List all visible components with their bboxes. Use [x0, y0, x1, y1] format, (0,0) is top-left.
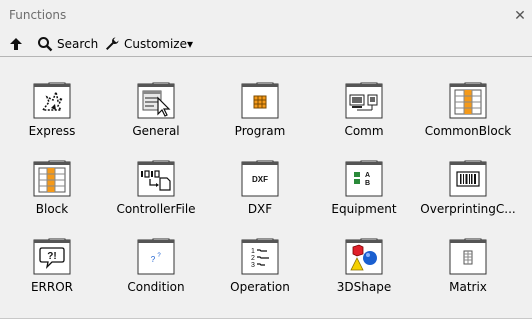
customize-button[interactable]: Customize▾ — [104, 34, 193, 54]
palette-item-general[interactable]: General — [104, 80, 208, 158]
customize-label: Customize▾ — [124, 37, 194, 51]
condition-glyph: ? — [151, 255, 156, 264]
palette-item-overprinting[interactable]: OverprintingC... — [416, 158, 520, 236]
palette-grid: Express General Program Comm CommonBlock… — [0, 57, 532, 319]
comm-icon — [345, 82, 383, 119]
window-titlebar: Functions ✕ — [0, 0, 532, 32]
overprinting-icon — [449, 160, 487, 197]
palette-item-program[interactable]: Program — [208, 80, 312, 158]
dxf-icon: DXF — [241, 160, 279, 197]
palette-item-commonblock[interactable]: CommonBlock — [416, 80, 520, 158]
matrix-icon — [449, 238, 487, 275]
condition-icon: ? ? — [137, 238, 175, 275]
palette-item-label: ERROR — [30, 280, 74, 294]
equipment-glyph-b: B — [365, 180, 370, 187]
error-glyph: ?! — [47, 251, 56, 262]
palette-item-operation[interactable]: 1 2 3 Operation — [208, 236, 312, 314]
palette-item-matrix[interactable]: Matrix — [416, 236, 520, 314]
controllerfile-icon — [137, 160, 175, 197]
palette-item-express[interactable]: Express — [0, 80, 104, 158]
palette-item-label: CommonBlock — [424, 124, 512, 138]
palette-item-label: Matrix — [449, 280, 487, 294]
palette-item-label: Comm — [344, 124, 384, 138]
palette-item-label: Block — [35, 202, 69, 216]
palette-item-comm[interactable]: Comm — [312, 80, 416, 158]
error-icon: ?! — [33, 238, 71, 275]
operation-num-2: 2 — [251, 255, 255, 262]
palette-item-label: General — [132, 124, 180, 138]
block-icon — [33, 160, 71, 197]
close-button[interactable]: ✕ — [512, 8, 528, 24]
operation-num-3: 3 — [251, 262, 255, 269]
palette-item-condition[interactable]: ? ? Condition — [104, 236, 208, 314]
palette-item-label: Operation — [230, 280, 290, 294]
palette-item-label: 3DShape — [336, 280, 392, 294]
palette-item-dxf[interactable]: DXF DXF — [208, 158, 312, 236]
commonblock-icon — [449, 82, 487, 119]
palette-item-label: Program — [234, 124, 286, 138]
search-button[interactable]: Search — [37, 34, 98, 54]
program-icon — [241, 82, 279, 119]
search-label: Search — [57, 37, 99, 51]
equipment-glyph-a: A — [365, 172, 370, 179]
search-icon — [38, 37, 53, 52]
equipment-icon: A B — [345, 160, 383, 197]
dxf-glyph: DXF — [252, 175, 268, 184]
toolbar: Search Customize▾ — [0, 32, 532, 57]
wrench-icon — [106, 37, 119, 50]
palette-item-error[interactable]: ?! ERROR — [0, 236, 104, 314]
express-icon — [33, 82, 71, 119]
palette-item-3dshape[interactable]: 3DShape — [312, 236, 416, 314]
window-title: Functions — [9, 8, 67, 22]
palette-item-equipment[interactable]: A B Equipment — [312, 158, 416, 236]
palette-item-label: Condition — [127, 280, 185, 294]
palette-item-label: OverprintingC... — [420, 202, 516, 216]
3dshape-icon — [345, 238, 383, 275]
general-icon — [137, 82, 175, 119]
palette-item-label: DXF — [247, 202, 273, 216]
palette-item-label: ControllerFile — [116, 202, 196, 216]
palette-item-label: Express — [28, 124, 76, 138]
up-arrow-icon — [10, 38, 22, 50]
operation-icon: 1 2 3 — [241, 238, 279, 275]
palette-item-controllerfile[interactable]: ControllerFile — [104, 158, 208, 236]
up-button[interactable] — [8, 34, 24, 54]
operation-num-1: 1 — [251, 248, 255, 255]
palette-item-block[interactable]: Block — [0, 158, 104, 236]
palette-item-label: Equipment — [331, 202, 397, 216]
